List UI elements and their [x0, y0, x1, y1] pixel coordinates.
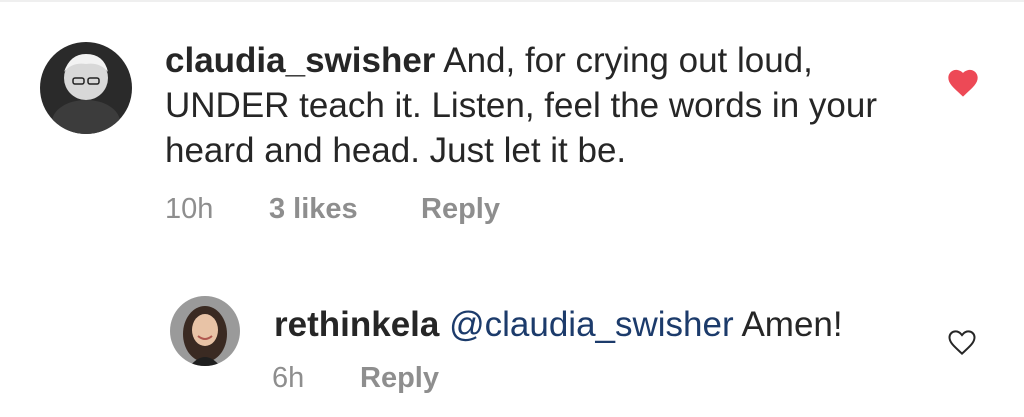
- comment-meta: 10h 3 likes Reply: [165, 193, 500, 226]
- avatar[interactable]: [170, 296, 240, 366]
- comment-body: claudia_swisher And, for crying out loud…: [165, 38, 895, 173]
- top-divider: [0, 0, 1024, 2]
- heart-icon[interactable]: [947, 68, 979, 98]
- reply-button[interactable]: Reply: [421, 193, 500, 226]
- comment-meta: 6h Reply: [272, 362, 439, 395]
- comment-timestamp: 6h: [272, 362, 305, 394]
- comment-body: rethinkela @claudia_swisher Amen!: [274, 302, 843, 347]
- heart-outline-icon[interactable]: [947, 328, 977, 356]
- reply-button[interactable]: Reply: [360, 362, 439, 395]
- comment-username[interactable]: rethinkela: [274, 305, 439, 344]
- mention-link[interactable]: @claudia_swisher: [449, 305, 734, 344]
- comment-username[interactable]: claudia_swisher: [165, 41, 435, 80]
- comment-timestamp: 10h: [165, 193, 214, 225]
- comment-text: Amen!: [741, 305, 843, 344]
- avatar[interactable]: [40, 42, 132, 134]
- likes-count[interactable]: 3 likes: [269, 193, 421, 226]
